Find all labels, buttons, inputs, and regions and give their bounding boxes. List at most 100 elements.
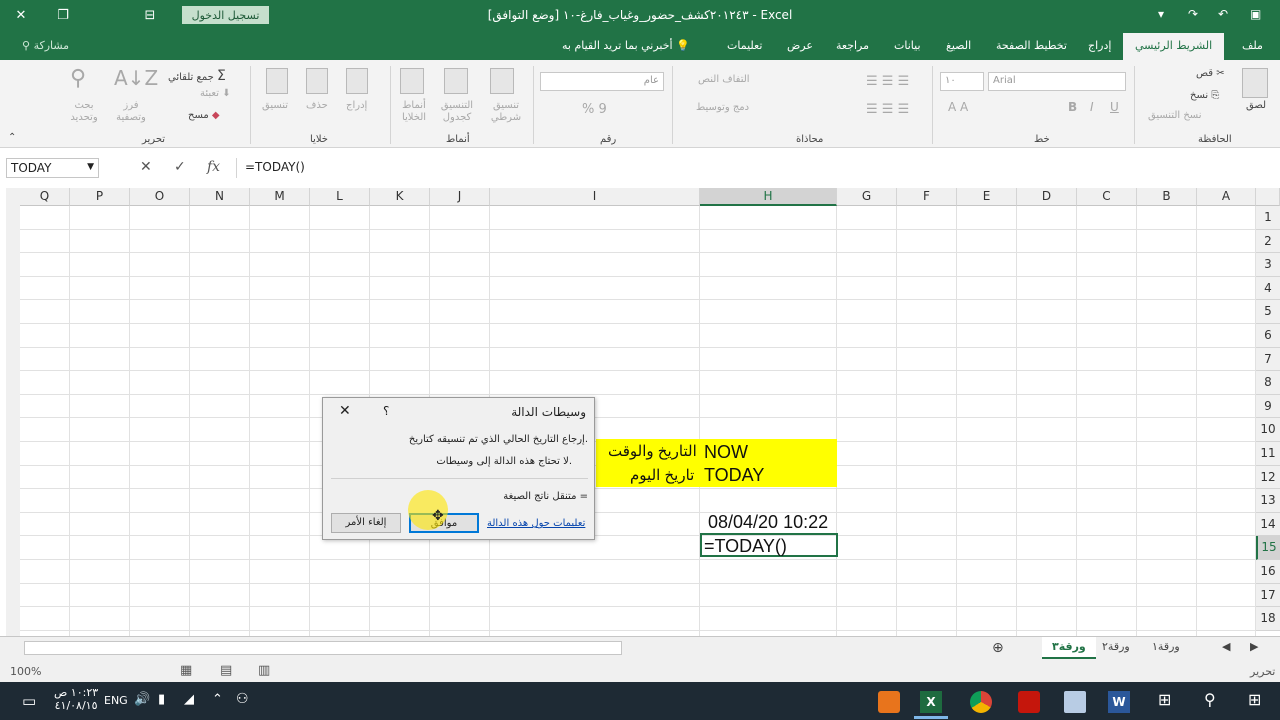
row-header-2[interactable]: 2 (1256, 229, 1280, 254)
tab-formulas[interactable]: الصيغ (946, 39, 971, 52)
cell-today-desc[interactable]: تاريخ اليوم (630, 466, 694, 484)
word-app-icon[interactable]: W (1108, 691, 1130, 713)
format-cells-icon[interactable] (266, 68, 288, 94)
vertical-scrollbar[interactable] (6, 188, 20, 636)
cell-today-label[interactable]: TODAY (704, 465, 764, 486)
share-button[interactable]: ⚲ مشاركة (22, 39, 69, 52)
task-view-icon[interactable]: ⊞ (1158, 690, 1171, 709)
zoom-level[interactable]: 100% (10, 665, 41, 678)
font-grow-icon[interactable]: A A (948, 100, 968, 114)
delete-cells-button[interactable]: حذف (306, 100, 328, 111)
close-icon[interactable]: ✕ (339, 403, 351, 419)
enter-formula-icon[interactable]: ✓ (174, 159, 186, 175)
row-header-1[interactable]: 1 (1256, 206, 1280, 230)
column-header-e[interactable]: E (957, 188, 1017, 206)
fill-button[interactable]: تعبئة ⬇ (200, 88, 231, 99)
column-header-l[interactable]: L (310, 188, 370, 206)
cell-styles-button[interactable]: أنماط الخلايا (396, 100, 432, 124)
insert-function-icon[interactable]: fx (207, 159, 220, 175)
cell-now-desc[interactable]: التاريخ والوقت (608, 442, 697, 460)
conditional-format-button[interactable]: تنسيق شرطي (486, 100, 526, 124)
network-icon[interactable]: ◢ (184, 692, 194, 707)
paste-button[interactable]: لصق (1246, 100, 1266, 111)
sheet-tab-2[interactable]: ورقة٢ (1102, 640, 1130, 653)
row-header-18[interactable]: 18 (1256, 607, 1280, 631)
find-icon[interactable]: ⚲ (70, 66, 86, 91)
insert-cells-button[interactable]: إدراج (346, 100, 367, 111)
tab-home[interactable]: الشريط الرئيسي (1123, 33, 1225, 60)
column-header-b[interactable]: B (1137, 188, 1197, 206)
people-icon[interactable]: ⚇ (236, 691, 249, 707)
number-format-combo[interactable]: عام (540, 72, 664, 91)
tab-data[interactable]: بيانات (894, 39, 921, 52)
clock[interactable]: ١٠:٢٣ ص ٤١/٠٨/١٥ (54, 686, 98, 712)
notifications-icon[interactable]: ▭ (22, 692, 36, 710)
row-header-14[interactable]: 14 (1256, 512, 1280, 537)
paste-icon[interactable] (1242, 68, 1268, 98)
row-header-6[interactable]: 6 (1256, 324, 1280, 348)
insert-cells-icon[interactable] (346, 68, 368, 94)
cell-styles-icon[interactable] (400, 68, 424, 94)
cancel-formula-icon[interactable]: ✕ (140, 159, 152, 175)
column-header-m[interactable]: M (250, 188, 310, 206)
restore-icon[interactable]: ❐ (42, 0, 84, 30)
add-sheet-icon[interactable]: ⊕ (992, 640, 1004, 656)
sheet-tab-1[interactable]: ورقة١ (1152, 640, 1180, 653)
column-header-i[interactable]: I (490, 188, 700, 206)
document-app-icon[interactable] (1064, 691, 1086, 713)
redo-icon[interactable]: ↷ (1188, 7, 1198, 21)
row-header-3[interactable]: 3 (1256, 253, 1280, 277)
power-icon[interactable]: ▮ (158, 692, 165, 707)
column-header-j[interactable]: J (430, 188, 490, 206)
ribbon-display-icon[interactable]: ⊟ (129, 0, 171, 30)
tab-file[interactable]: ملف (1242, 39, 1263, 52)
underline-icon[interactable]: U (1110, 100, 1119, 114)
save-icon[interactable]: ▣ (1250, 7, 1261, 21)
row-header-15[interactable]: 15 (1256, 536, 1280, 560)
excel-app-icon[interactable]: X (920, 691, 942, 713)
worksheet-grid[interactable] (0, 188, 1280, 636)
column-header-n[interactable]: N (190, 188, 250, 206)
column-header-f[interactable]: F (897, 188, 957, 206)
formula-input[interactable]: =TODAY() (236, 158, 1280, 178)
sheet-tab-3[interactable]: ورقة٣ (1042, 637, 1096, 659)
tab-insert[interactable]: إدراج (1088, 39, 1111, 52)
select-all-corner[interactable] (1256, 188, 1280, 206)
customize-qat-icon[interactable]: ▾ (1158, 7, 1164, 21)
find-select-button[interactable]: بحث وتحديد (66, 100, 102, 124)
sort-filter-icon[interactable]: A↓Z (114, 66, 158, 90)
acrobat-app-icon[interactable] (1018, 691, 1040, 713)
row-header-17[interactable]: 17 (1256, 583, 1280, 608)
format-painter-button[interactable]: نسخ التنسيق (1148, 110, 1201, 121)
column-header-k[interactable]: K (370, 188, 430, 206)
close-icon[interactable]: ✕ (0, 0, 42, 30)
percent-icon[interactable]: % 9 (582, 102, 607, 117)
tab-review[interactable]: مراجعة (836, 39, 869, 52)
volume-icon[interactable]: 🔊 (134, 692, 150, 707)
row-header-5[interactable]: 5 (1256, 300, 1280, 324)
chevron-down-icon[interactable]: ▼ (87, 162, 94, 172)
cell-today-formula[interactable]: =TODAY() (704, 536, 787, 557)
undo-icon[interactable]: ↶ (1218, 7, 1228, 21)
format-table-button[interactable]: التنسيق كجدول (436, 100, 478, 124)
row-header-7[interactable]: 7 (1256, 347, 1280, 372)
name-box[interactable]: TODAY ▼ (6, 158, 99, 178)
column-header-o[interactable]: O (130, 188, 190, 206)
italic-icon[interactable]: I (1090, 100, 1094, 114)
normal-view-icon[interactable]: ▦ (180, 663, 192, 678)
wrap-text-button[interactable]: التفاف النص (698, 74, 750, 85)
delete-cells-icon[interactable] (306, 68, 328, 94)
bold-icon[interactable]: B (1068, 100, 1077, 114)
align-left-icon[interactable]: ☰ ☰ ☰ (866, 102, 909, 117)
tell-me-box[interactable]: أخبرني بما تريد القيام به 💡 (562, 39, 690, 52)
row-header-8[interactable]: 8 (1256, 371, 1280, 395)
align-top-icon[interactable]: ☰ ☰ ☰ (866, 74, 909, 89)
autosum-button[interactable]: جمع تلقائي Σ (168, 68, 226, 84)
font-name-combo[interactable]: Arial (988, 72, 1126, 91)
column-header-d[interactable]: D (1017, 188, 1077, 206)
cut-button[interactable]: قص ✂ (1196, 68, 1225, 79)
page-break-icon[interactable]: ▥ (258, 663, 270, 678)
row-header-13[interactable]: 13 (1256, 489, 1280, 513)
cell-now-value[interactable]: 08/04/20 10:22 (708, 512, 828, 533)
tab-help[interactable]: تعليمات (727, 39, 762, 52)
